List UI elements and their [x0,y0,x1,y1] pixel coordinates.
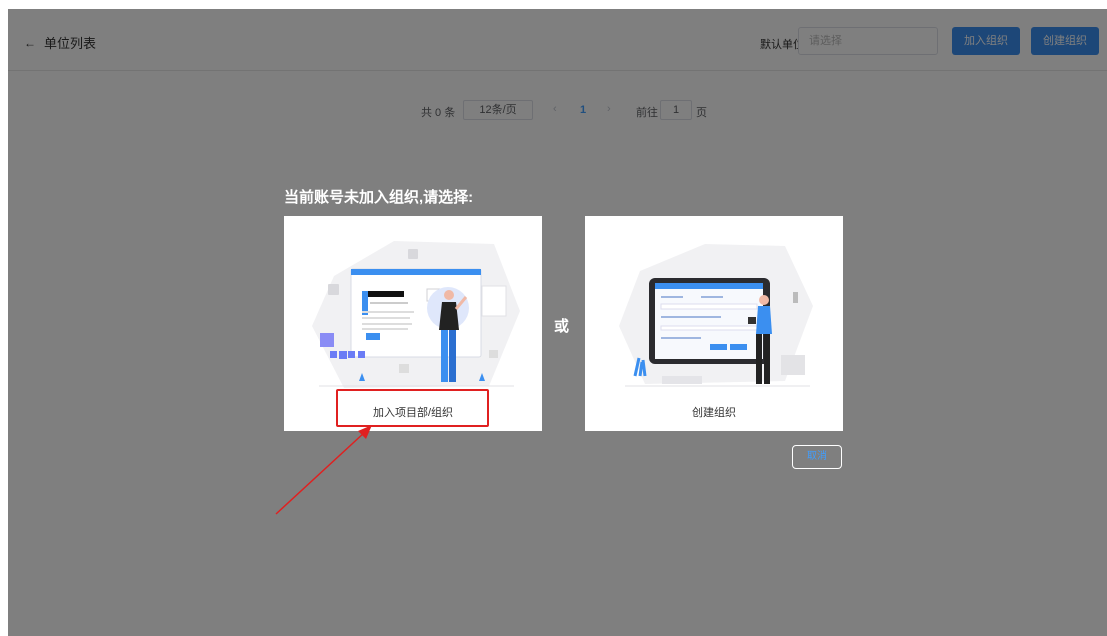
or-separator: 或 [554,318,570,335]
cancel-button[interactable]: 取消 [792,445,842,469]
annotation-highlight-box [336,389,489,427]
create-illustration [619,244,813,387]
create-org-card[interactable]: 创建组织 [585,216,843,431]
dialog-prompt: 当前账号未加入组织,请选择: [284,189,474,206]
create-org-label: 创建组织 [692,407,736,419]
join-illustration [312,241,520,388]
app-window: ← 单位列表 默认单位 请选择 加入组织 创建组织 共 0 条 12条/页 ‹ … [8,9,1107,636]
